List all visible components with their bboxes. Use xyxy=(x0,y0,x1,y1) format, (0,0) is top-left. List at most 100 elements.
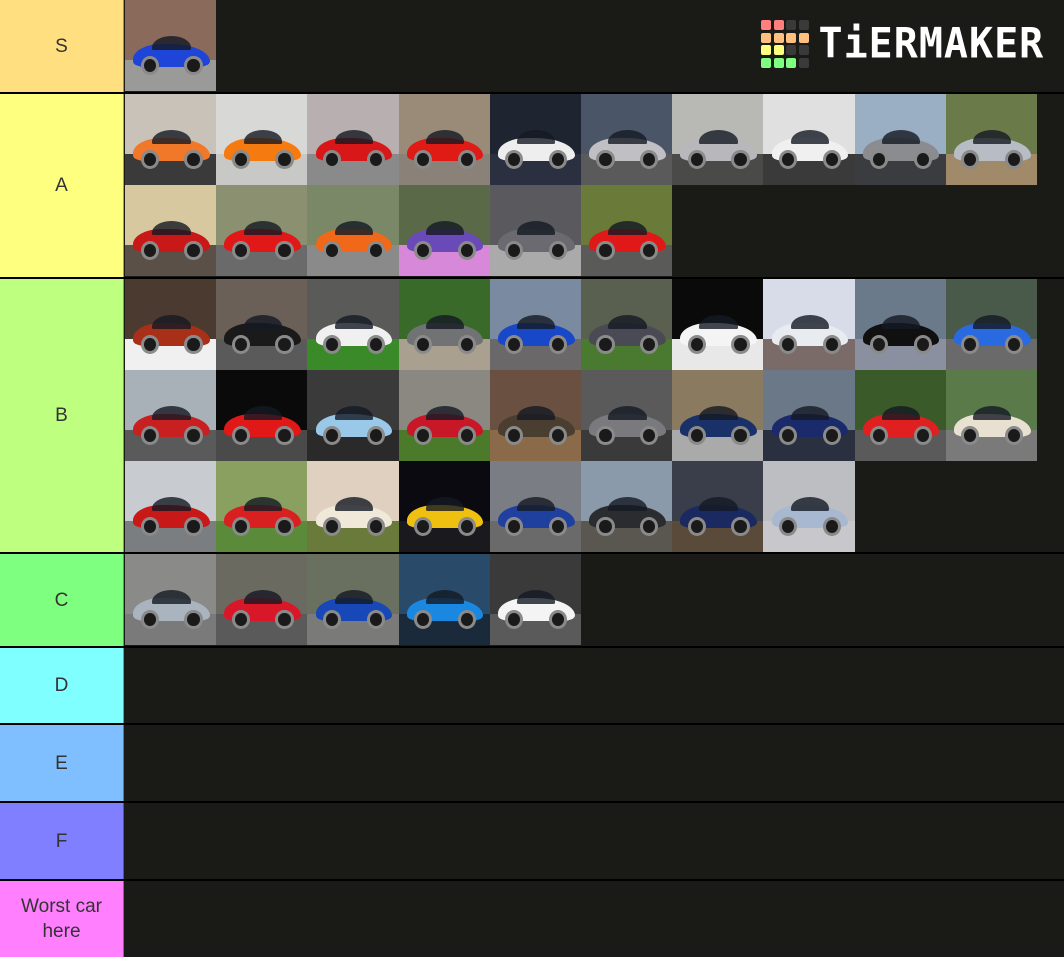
tier-label-e[interactable]: E xyxy=(0,725,124,801)
car-cabin xyxy=(425,315,465,330)
tier-label-a[interactable]: A xyxy=(0,94,124,277)
car-tile[interactable] xyxy=(216,279,308,370)
car-tile[interactable] xyxy=(216,554,308,645)
car-tile[interactable] xyxy=(125,554,217,645)
car-tile[interactable] xyxy=(489,94,581,185)
car-tile[interactable] xyxy=(216,370,308,461)
car-tile[interactable] xyxy=(489,370,581,461)
car-cabin xyxy=(152,36,191,51)
car-wheel xyxy=(731,334,750,354)
car-cabin xyxy=(790,315,829,330)
car-tile[interactable] xyxy=(398,185,490,276)
tier-label-d[interactable]: D xyxy=(0,648,124,723)
car-tile[interactable] xyxy=(489,185,581,276)
car-cabin xyxy=(425,497,465,512)
car-cabin xyxy=(334,406,374,421)
car-tile[interactable] xyxy=(580,94,673,185)
car-tile[interactable] xyxy=(216,185,308,276)
car-tile[interactable] xyxy=(580,279,673,370)
car-wheel xyxy=(322,609,342,629)
car-tile[interactable] xyxy=(398,94,490,185)
car-cabin xyxy=(334,130,374,145)
car-tile[interactable] xyxy=(216,461,308,552)
car-tile[interactable] xyxy=(307,279,399,370)
car-tile[interactable] xyxy=(854,370,946,461)
tier-items-e[interactable] xyxy=(124,725,1064,801)
car-tile[interactable] xyxy=(398,461,490,552)
car-tile[interactable] xyxy=(307,554,399,645)
car-wheel xyxy=(140,425,159,445)
car-tile[interactable] xyxy=(125,279,217,370)
car-tile[interactable] xyxy=(307,185,399,276)
tier-items-c[interactable] xyxy=(124,554,1064,646)
car-tile[interactable] xyxy=(672,94,764,185)
car-wheel xyxy=(457,516,477,536)
tier-label-worst[interactable]: Worst car here xyxy=(0,881,124,957)
car-tile[interactable] xyxy=(672,461,764,552)
tier-label-s[interactable]: S xyxy=(0,0,124,92)
car-wheel xyxy=(640,240,659,260)
car-tile[interactable] xyxy=(945,94,1037,185)
car-tile[interactable] xyxy=(398,279,490,370)
car-wheel xyxy=(596,240,615,260)
tier-items-worst[interactable] xyxy=(124,881,1064,957)
tier-items-a[interactable] xyxy=(124,94,1064,277)
car-wheel xyxy=(822,516,841,536)
car-tile[interactable] xyxy=(125,461,217,552)
car-wheel xyxy=(596,149,615,169)
car-tile[interactable] xyxy=(307,370,399,461)
car-tile[interactable] xyxy=(398,554,490,645)
tier-items-b[interactable] xyxy=(124,279,1064,552)
car-cabin xyxy=(699,497,738,512)
car-tile[interactable] xyxy=(307,94,399,185)
car-wheel xyxy=(961,334,980,354)
car-tile[interactable] xyxy=(672,370,764,461)
car-cabin xyxy=(152,406,191,421)
car-wheel xyxy=(731,149,750,169)
logo-grid-icon xyxy=(761,20,809,68)
car-wheel xyxy=(505,334,524,354)
tier-label-f[interactable]: F xyxy=(0,803,124,879)
car-cabin xyxy=(790,406,829,421)
tier-label-b[interactable]: B xyxy=(0,279,124,552)
tier-items-d[interactable] xyxy=(124,648,1064,723)
car-tile[interactable] xyxy=(580,370,673,461)
car-wheel xyxy=(184,240,203,260)
car-cabin xyxy=(881,130,921,145)
car-tile[interactable] xyxy=(763,279,855,370)
car-tile[interactable] xyxy=(763,370,855,461)
car-tile[interactable] xyxy=(945,279,1037,370)
car-tile[interactable] xyxy=(489,554,581,645)
car-tile[interactable] xyxy=(945,370,1037,461)
car-tile[interactable] xyxy=(125,94,217,185)
car-wheel xyxy=(366,149,385,169)
car-wheel xyxy=(778,516,798,536)
logo-grid-cell xyxy=(773,32,784,43)
car-tile[interactable] xyxy=(763,94,855,185)
car-tile[interactable] xyxy=(307,461,399,552)
car-tile[interactable] xyxy=(398,370,490,461)
car-tile[interactable] xyxy=(125,0,217,91)
car-tile[interactable] xyxy=(580,461,673,552)
car-wheel xyxy=(505,516,524,536)
car-wheel xyxy=(366,609,385,629)
tier-items-f[interactable] xyxy=(124,803,1064,879)
car-tile[interactable] xyxy=(125,370,217,461)
tiermaker-logo: TiERMAKER xyxy=(761,20,1044,68)
car-wheel xyxy=(140,516,159,536)
car-tile[interactable] xyxy=(216,94,308,185)
car-tile[interactable] xyxy=(854,94,946,185)
car-tile[interactable] xyxy=(854,279,946,370)
car-tile[interactable] xyxy=(580,185,673,276)
car-wheel xyxy=(184,425,203,445)
car-tile[interactable] xyxy=(489,461,581,552)
car-tile[interactable] xyxy=(672,279,764,370)
car-tile[interactable] xyxy=(125,185,217,276)
tier-label-c[interactable]: C xyxy=(0,554,124,646)
car-cabin xyxy=(608,130,647,145)
logo-grid-cell xyxy=(798,57,809,68)
car-tile[interactable] xyxy=(763,461,855,552)
logo-grid-cell xyxy=(786,20,796,31)
car-tile[interactable] xyxy=(489,279,581,370)
car-wheel xyxy=(913,334,933,354)
